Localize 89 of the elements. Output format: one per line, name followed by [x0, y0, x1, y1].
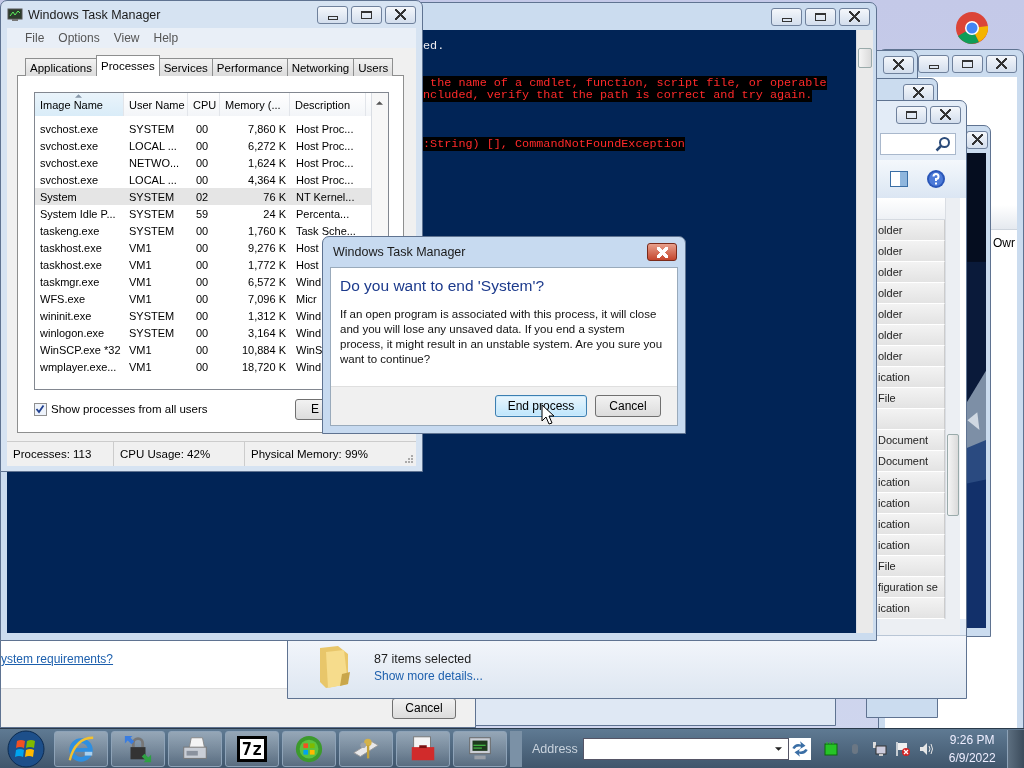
table-cell: Percenta...: [296, 207, 350, 220]
table-cell: winlogon.exe: [40, 326, 105, 339]
table-cell: NETWO...: [129, 156, 180, 169]
table-cell: SYSTEM: [129, 309, 175, 322]
table-cell: Task Sche...: [296, 224, 356, 237]
table-cell: 02: [196, 190, 209, 203]
table-cell: 4,364 K: [248, 173, 286, 186]
table-cell: Micr: [296, 292, 317, 305]
table-cell: 7,096 K: [248, 292, 286, 305]
error-text: the name of a cmdlet, function, script file, or operable: [423, 75, 827, 90]
table-cell: VM1: [129, 360, 152, 373]
window-title: Windows Task Manager: [28, 7, 161, 22]
table-cell: NT Kernel...: [296, 190, 355, 203]
dialog-title: Windows Task Manager: [333, 245, 466, 259]
table-cell: 1,760 K: [248, 224, 286, 237]
table-cell: 10,884 K: [241, 343, 286, 356]
table-cell: wmplayer.exe...: [40, 360, 117, 373]
status-text: Physical Memory: 99%: [250, 447, 369, 462]
table-cell: SYSTEM: [129, 224, 175, 237]
table-cell: 6,572 K: [248, 275, 286, 288]
archiver-logo: 7z: [236, 735, 268, 762]
table-cell: wininit.exe: [40, 309, 92, 322]
table-cell: 9,276 K: [248, 241, 286, 254]
table-cell: 00: [196, 275, 209, 288]
table-cell: 00: [196, 309, 209, 322]
table-cell: taskeng.exe: [40, 224, 100, 237]
table-cell: 00: [196, 241, 209, 254]
table-cell: SYSTEM: [129, 190, 175, 203]
table-cell: svchost.exe: [40, 139, 99, 152]
address-label: Address: [532, 741, 578, 756]
table-cell: LOCAL ...: [129, 139, 177, 152]
table-cell: WinSCP.exe *32: [40, 343, 121, 356]
table-cell: 6,272 K: [248, 139, 286, 152]
table-cell: Host Proc...: [296, 122, 354, 135]
table-cell: taskhost.exe: [40, 258, 102, 271]
table-cell: 76 K: [263, 190, 286, 203]
dialog-heading: Do you want to end 'System'?: [340, 277, 546, 295]
table-cell: VM1: [129, 275, 152, 288]
status-text: CPU Usage: 42%: [114, 442, 245, 466]
table-cell: VM1: [129, 292, 152, 305]
table-cell: VM1: [129, 343, 152, 356]
table-cell: Wind: [296, 326, 322, 339]
table-cell: Wind: [296, 360, 322, 373]
table-cell: 1,624 K: [248, 156, 286, 169]
table-cell: System Idle P...: [40, 207, 116, 220]
dialog-message: If an open program is associated with this process, it will close and you will lose any unsaved data. If you end a system process, it might result in an unstable system. Are you sure you want to continue?: [340, 307, 664, 367]
table-cell: 00: [196, 258, 209, 271]
table-cell: taskhost.exe: [40, 241, 102, 254]
table-cell: WFS.exe: [40, 292, 86, 305]
table-cell: 3,164 K: [248, 326, 286, 339]
table-cell: Host: [296, 258, 319, 271]
table-cell: SYSTEM: [129, 207, 175, 220]
table-cell: Wind: [296, 275, 322, 288]
table-cell: 00: [196, 156, 209, 169]
table-cell: VM1: [129, 258, 152, 271]
table-cell: svchost.exe: [40, 122, 99, 135]
status-text: Processes: 113: [7, 442, 114, 466]
table-cell: Host Proc...: [296, 139, 354, 152]
table-cell: 00: [196, 173, 209, 186]
table-cell: 00: [196, 360, 209, 373]
table-cell: 00: [196, 139, 209, 152]
table-cell: svchost.exe: [40, 156, 99, 169]
table-cell: 00: [196, 292, 209, 305]
table-cell: VM1: [129, 241, 152, 254]
selection-count: 87 items selected: [374, 651, 473, 666]
table-cell: 00: [196, 122, 209, 135]
table-cell: 00: [196, 326, 209, 339]
table-cell: 18,720 K: [241, 360, 286, 373]
table-cell: System: [40, 190, 77, 203]
table-cell: 59: [196, 207, 209, 220]
checkbox-label: Show processes from all users: [51, 403, 208, 415]
table-cell: 1,772 K: [248, 258, 286, 271]
table-cell: Host Proc...: [296, 156, 354, 169]
table-cell: 7,860 K: [248, 122, 286, 135]
console-text: ed.: [423, 39, 445, 53]
table-cell: 00: [196, 343, 209, 356]
table-cell: svchost.exe: [40, 173, 99, 186]
table-cell: taskmgr.exe: [40, 275, 100, 288]
table-cell: Host Proc...: [296, 173, 354, 186]
table-cell: SYSTEM: [129, 326, 175, 339]
table-cell: Host: [296, 241, 319, 254]
table-cell: Wind: [296, 309, 322, 322]
error-text: :String) [], CommandNotFoundException: [423, 136, 685, 151]
table-cell: 24 K: [263, 207, 286, 220]
table-cell: 1,312 K: [248, 309, 286, 322]
table-cell: WinS: [296, 343, 323, 356]
table-cell: SYSTEM: [129, 122, 175, 135]
table-cell: LOCAL ...: [129, 173, 177, 186]
table-cell: 00: [196, 224, 209, 237]
